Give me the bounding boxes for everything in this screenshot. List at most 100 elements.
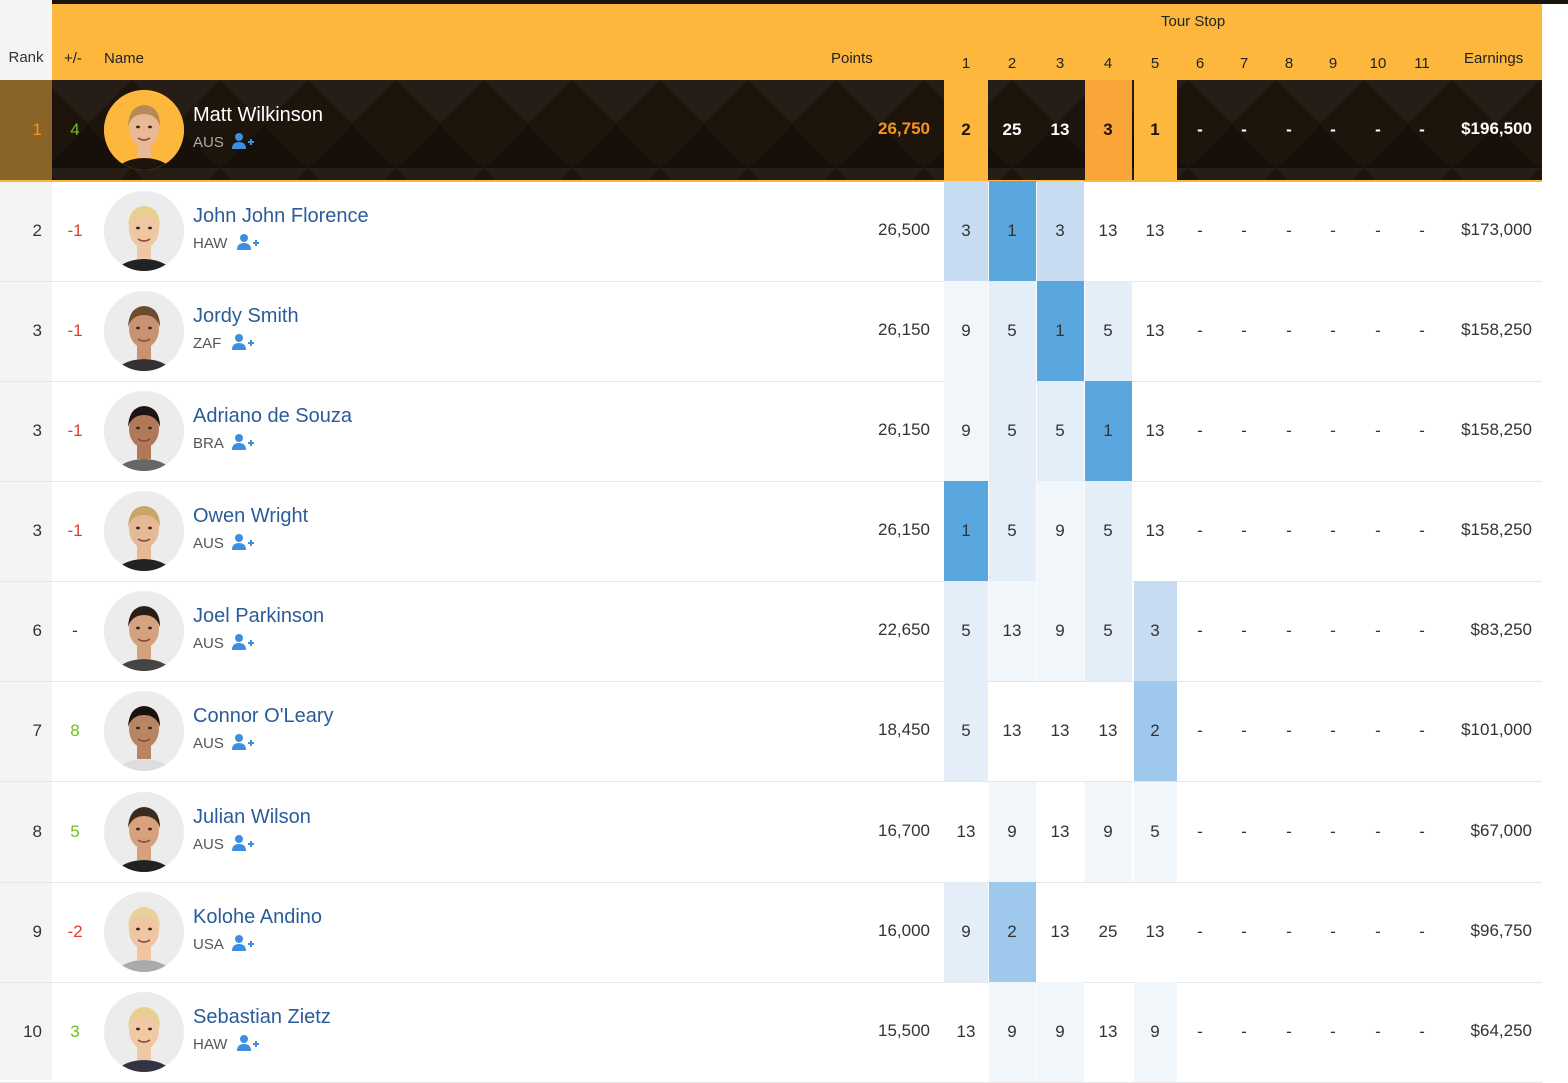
- earnings: $96,750: [1470, 921, 1532, 940]
- table-row[interactable]: 9 -2 Kolohe Andino USA 16,000 9 2 13 25 13- - - - -…: [0, 882, 1542, 982]
- points: 26,500: [878, 220, 930, 239]
- rank: 9: [32, 922, 42, 941]
- follow-athlete-icon[interactable]: [231, 733, 255, 751]
- follow-athlete-icon[interactable]: [231, 934, 255, 952]
- athlete-name[interactable]: Owen Wright: [193, 505, 308, 528]
- tour-stop-2-result: 5: [988, 481, 1036, 581]
- avatar[interactable]: [104, 691, 184, 771]
- tour-stop-10-result: -: [1375, 321, 1381, 340]
- tour-stop-10-result: -: [1375, 120, 1381, 139]
- avatar[interactable]: [104, 992, 184, 1072]
- avatar[interactable]: [104, 792, 184, 872]
- stop-header-8: 8: [1284, 55, 1294, 72]
- tour-stop-1-result: 9: [944, 281, 988, 381]
- rank: 3: [32, 421, 42, 440]
- avatar[interactable]: [104, 391, 184, 471]
- avatar[interactable]: [104, 90, 184, 170]
- tour-stop-3-result: 13: [1050, 822, 1070, 841]
- athlete-country: AUS: [193, 635, 224, 652]
- athlete-name[interactable]: John John Florence: [193, 205, 369, 228]
- table-row[interactable]: 3 -1 Jordy Smith ZAF 26,150 9 5 1 5 13- - - - - - $15…: [0, 281, 1542, 381]
- tour-stop-7-result: -: [1241, 621, 1247, 640]
- tour-stop-7-result: -: [1241, 221, 1247, 240]
- tour-stop-8-result: -: [1286, 822, 1292, 841]
- follow-athlete-icon[interactable]: [231, 132, 255, 150]
- tour-stop-8-result: -: [1286, 421, 1292, 440]
- name-header[interactable]: Name: [104, 50, 144, 67]
- stop-header-5: 5: [1150, 55, 1160, 72]
- tour-stop-7-result: -: [1241, 521, 1247, 540]
- earnings: $67,000: [1470, 821, 1532, 840]
- earnings: $101,000: [1461, 720, 1532, 739]
- follow-athlete-icon[interactable]: [231, 834, 255, 852]
- athlete-name[interactable]: Matt Wilkinson: [193, 104, 323, 127]
- athlete-country: BRA: [193, 435, 224, 452]
- tour-stop-2-result: 13: [1002, 721, 1022, 740]
- tour-stop-5-result: 1: [1133, 80, 1177, 180]
- table-row[interactable]: 7 8 Connor O'Leary AUS 18,450 5 13 13 13 2 - - - - -…: [0, 681, 1542, 781]
- athlete-country: AUS: [193, 134, 224, 151]
- stop-header-7: 7: [1239, 55, 1249, 72]
- athlete-name[interactable]: Sebastian Zietz: [193, 1006, 331, 1029]
- change-header[interactable]: +/-: [64, 50, 82, 67]
- athlete-name[interactable]: Joel Parkinson: [193, 605, 324, 628]
- tour-stop-7-result: -: [1241, 721, 1247, 740]
- table-row[interactable]: 3 -1 Owen Wright AUS 26,150 1 5 9 5 13- - - - - - $15…: [0, 481, 1542, 581]
- points-header[interactable]: Points: [831, 50, 873, 67]
- earnings-header[interactable]: Earnings: [1464, 50, 1523, 67]
- tour-stop-1-result: 5: [944, 681, 988, 781]
- follow-athlete-icon[interactable]: [236, 233, 260, 251]
- avatar[interactable]: [104, 291, 184, 371]
- rank-header[interactable]: Rank: [0, 49, 52, 66]
- tour-stop-10-result: -: [1375, 922, 1381, 941]
- athlete-country: AUS: [193, 735, 224, 752]
- table-row[interactable]: 85 Julian Wilson AUS 16,700 13 9 13 9 5- - - - - - $…: [0, 782, 1542, 882]
- tour-stop-3-result: 9: [1036, 581, 1084, 681]
- tour-stop-3-result: 13: [1050, 721, 1070, 740]
- points: 26,750: [878, 119, 930, 138]
- avatar[interactable]: [104, 491, 184, 571]
- table-row[interactable]: 10 3 Sebastian Zietz HAW 15,500 13 9 9 13 9 - - - -…: [0, 982, 1542, 1082]
- leader-row[interactable]: 14 Matt Wilkinson AUS 26,750 2 25 13 3 1- - - - - -…: [0, 80, 1542, 182]
- tour-stop-1-result: 13: [956, 822, 976, 841]
- follow-athlete-icon[interactable]: [231, 533, 255, 551]
- tour-stop-8-result: -: [1286, 120, 1292, 139]
- tour-stop-1-result: 9: [944, 381, 988, 481]
- athlete-name[interactable]: Julian Wilson: [193, 806, 311, 829]
- tour-stop-7-result: -: [1241, 922, 1247, 941]
- avatar[interactable]: [104, 191, 184, 271]
- tour-stop-4-result: 13: [1098, 1022, 1118, 1041]
- athlete-name[interactable]: Jordy Smith: [193, 305, 299, 328]
- tour-stop-8-result: -: [1286, 321, 1292, 340]
- points: 15,500: [878, 1021, 930, 1040]
- follow-athlete-icon[interactable]: [231, 333, 255, 351]
- rank-change: 3: [70, 1022, 80, 1041]
- earnings: $158,250: [1461, 320, 1532, 339]
- tour-stop-6-result: -: [1197, 822, 1203, 841]
- follow-athlete-icon[interactable]: [236, 1034, 260, 1052]
- tour-stop-5-result: 5: [1133, 782, 1177, 882]
- avatar[interactable]: [104, 892, 184, 972]
- tour-stop-5-result: 13: [1145, 922, 1165, 941]
- tour-stop-6-result: -: [1197, 221, 1203, 240]
- tour-stop-7-result: -: [1241, 822, 1247, 841]
- table-row[interactable]: 3 -1 Adriano de Souza BRA 26,150 9 5 5 1 13 - - - -…: [0, 381, 1542, 481]
- athlete-name[interactable]: Kolohe Andino: [193, 906, 322, 929]
- athlete-name[interactable]: Connor O'Leary: [193, 705, 334, 728]
- follow-athlete-icon[interactable]: [231, 433, 255, 451]
- rank: 6: [32, 621, 42, 640]
- athlete-name[interactable]: Adriano de Souza: [193, 405, 352, 428]
- tour-stop-6-result: -: [1197, 321, 1203, 340]
- table-row[interactable]: 6- Joel Parkinson AUS 22,650 5 13 9 5 3- - - - - - $…: [0, 581, 1542, 681]
- avatar[interactable]: [104, 591, 184, 671]
- tour-stop-1-result: 2: [944, 80, 988, 180]
- tour-stop-7-result: -: [1241, 321, 1247, 340]
- tour-stop-2-result: 13: [988, 581, 1036, 681]
- tour-stop-4-result: 5: [1084, 581, 1132, 681]
- tour-stop-6-result: -: [1197, 922, 1203, 941]
- athlete-country: USA: [193, 936, 224, 953]
- table-row[interactable]: 2 -1 John John Florence HAW 26,500 3 1 3 13 13-…: [0, 181, 1542, 281]
- tour-stop-9-result: -: [1330, 421, 1336, 440]
- tour-stop-10-result: -: [1375, 621, 1381, 640]
- follow-athlete-icon[interactable]: [231, 633, 255, 651]
